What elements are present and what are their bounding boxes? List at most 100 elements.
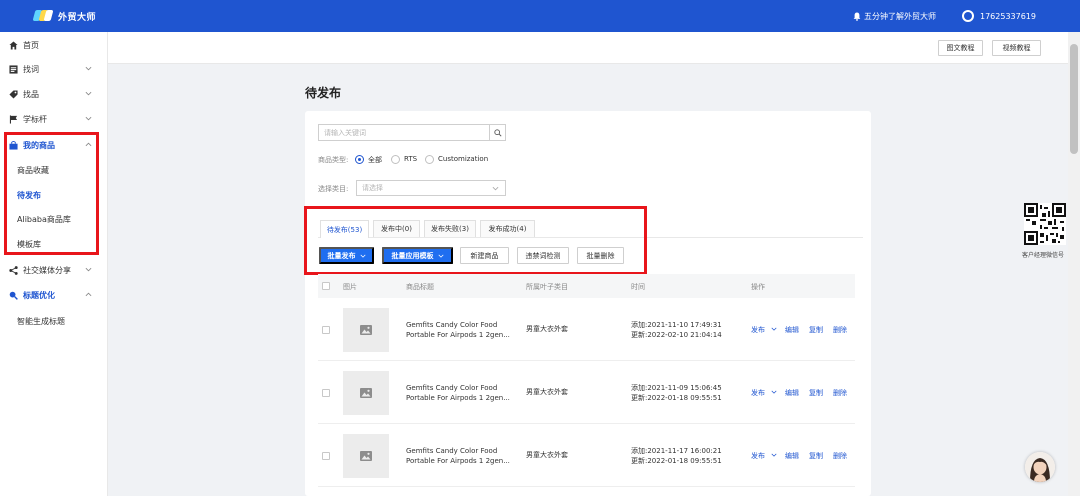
product-title[interactable]: Gemfits Candy Color Food Portable For Ai… bbox=[406, 446, 511, 466]
added-time: 添加:2021-11-09 15:06:45 bbox=[631, 384, 722, 392]
search-button[interactable] bbox=[489, 125, 505, 140]
publish-action[interactable]: 发布 bbox=[751, 388, 765, 398]
col-time: 时间 bbox=[631, 283, 645, 291]
table-row: Gemfits Candy Color Food Portable For Ai… bbox=[318, 361, 855, 424]
text-tutorial-button[interactable]: 图文教程 bbox=[938, 40, 983, 56]
product-title-line: Gemfits Candy Color Food bbox=[406, 384, 498, 392]
product-image[interactable] bbox=[343, 371, 389, 415]
scrollbar-thumb[interactable] bbox=[1070, 44, 1078, 154]
radio-rts-label[interactable]: RTS bbox=[404, 155, 417, 163]
table-header: 图片 商品标题 所属叶子类目 时间 操作 bbox=[318, 274, 855, 298]
highlight-box-sidebar bbox=[4, 132, 99, 255]
edit-action[interactable]: 编辑 bbox=[785, 325, 799, 335]
product-title[interactable]: Gemfits Candy Color Food Portable For Ai… bbox=[406, 383, 511, 403]
product-type-label: 商品类型: bbox=[318, 156, 349, 164]
product-title[interactable]: Gemfits Candy Color Food Portable For Ai… bbox=[406, 320, 511, 340]
copy-action[interactable]: 复制 bbox=[809, 325, 823, 335]
sidebar-item-label: 学标杆 bbox=[23, 114, 47, 124]
user-icon[interactable] bbox=[962, 10, 974, 22]
product-image[interactable] bbox=[343, 308, 389, 352]
sidebar-item-find-words[interactable]: 找词 bbox=[0, 57, 108, 81]
row-checkbox[interactable] bbox=[322, 326, 330, 334]
product-image[interactable] bbox=[343, 434, 389, 478]
radio-customization[interactable] bbox=[425, 155, 434, 164]
sidebar-item-label: 首页 bbox=[23, 40, 39, 50]
product-icon bbox=[8, 89, 18, 99]
chevron-down-icon bbox=[492, 186, 499, 191]
category-select[interactable]: 请选择 bbox=[356, 180, 506, 196]
notice-link[interactable]: 五分钟了解外贸大师 bbox=[864, 11, 936, 22]
product-category: 男童大衣外套 bbox=[526, 388, 568, 396]
product-title-line: Gemfits Candy Color Food bbox=[406, 321, 498, 329]
search-box bbox=[318, 124, 506, 141]
col-category: 所属叶子类目 bbox=[526, 283, 568, 291]
search-input[interactable] bbox=[319, 125, 489, 140]
brand[interactable]: 外贸大师 bbox=[32, 10, 96, 23]
publish-action[interactable]: 发布 bbox=[751, 325, 765, 335]
product-times: 添加:2021-11-09 15:06:45 更新:2022-01-18 09:… bbox=[631, 383, 722, 403]
row-checkbox[interactable] bbox=[322, 389, 330, 397]
copy-action[interactable]: 复制 bbox=[809, 388, 823, 398]
radio-customization-label[interactable]: Customization bbox=[438, 155, 488, 163]
row-checkbox[interactable] bbox=[322, 452, 330, 460]
category-label: 选择类目: bbox=[318, 185, 349, 193]
customer-service-avatar[interactable] bbox=[1025, 452, 1055, 482]
sidebar-item-social-share[interactable]: 社交媒体分享 bbox=[0, 258, 108, 282]
home-icon bbox=[8, 40, 18, 50]
logo-icon bbox=[32, 10, 54, 22]
delete-action[interactable]: 删除 bbox=[833, 388, 847, 398]
select-all-checkbox[interactable] bbox=[322, 282, 330, 290]
product-category: 男童大衣外套 bbox=[526, 451, 568, 459]
image-placeholder-icon bbox=[360, 388, 372, 398]
chevron-down-icon[interactable] bbox=[771, 389, 777, 395]
qr-label: 客户经理微信号 bbox=[1022, 252, 1065, 259]
updated-time: 更新:2022-01-18 09:55:51 bbox=[631, 394, 722, 402]
sidebar-item-label: 找品 bbox=[23, 89, 39, 99]
image-placeholder-icon bbox=[360, 325, 372, 335]
sidebar-item-benchmark[interactable]: 学标杆 bbox=[0, 107, 108, 131]
qr-code-icon[interactable] bbox=[1024, 203, 1066, 245]
radio-all-label[interactable]: 全部 bbox=[368, 155, 382, 165]
updated-time: 更新:2022-02-10 21:04:14 bbox=[631, 331, 722, 339]
chevron-up-icon bbox=[85, 292, 92, 297]
avatar-icon bbox=[1025, 452, 1055, 482]
video-tutorial-button[interactable]: 视频教程 bbox=[992, 40, 1041, 56]
chevron-down-icon bbox=[85, 66, 92, 71]
delete-action[interactable]: 删除 bbox=[833, 325, 847, 335]
radio-rts[interactable] bbox=[391, 155, 400, 164]
search-icon bbox=[8, 290, 18, 300]
bell-icon bbox=[853, 12, 861, 21]
table-row: Gemfits Candy Color Food Portable For Ai… bbox=[318, 298, 855, 361]
category-placeholder: 请选择 bbox=[362, 184, 383, 192]
product-title-line: Gemfits Candy Color Food bbox=[406, 447, 498, 455]
product-times: 添加:2021-11-17 16:00:21 更新:2022-01-18 09:… bbox=[631, 446, 722, 466]
delete-action[interactable]: 删除 bbox=[833, 451, 847, 461]
keyword-icon bbox=[8, 64, 18, 74]
sidebar-item-label: 标题优化 bbox=[23, 290, 55, 300]
col-actions: 操作 bbox=[751, 283, 765, 291]
product-title-line: Portable For Airpods 1 2gen... bbox=[406, 457, 510, 465]
sidebar-item-find-products[interactable]: 找品 bbox=[0, 82, 108, 106]
user-phone[interactable]: 17625337619 bbox=[980, 12, 1036, 21]
search-icon bbox=[493, 128, 502, 137]
added-time: 添加:2021-11-10 17:49:31 bbox=[631, 321, 722, 329]
chevron-down-icon bbox=[85, 116, 92, 121]
sidebar-sub-smart-title[interactable]: 智能生成标题 bbox=[0, 309, 108, 333]
highlight-box-toolbar bbox=[304, 206, 647, 275]
edit-action[interactable]: 编辑 bbox=[785, 451, 799, 461]
chevron-down-icon[interactable] bbox=[771, 452, 777, 458]
image-placeholder-icon bbox=[360, 451, 372, 461]
table-row: Gemfits Candy Color Food Portable For Ai… bbox=[318, 424, 855, 487]
publish-action[interactable]: 发布 bbox=[751, 451, 765, 461]
sidebar-item-home[interactable]: 首页 bbox=[0, 33, 108, 57]
chevron-down-icon bbox=[85, 91, 92, 96]
sidebar-item-title-optimize[interactable]: 标题优化 bbox=[0, 283, 108, 307]
added-time: 添加:2021-11-17 16:00:21 bbox=[631, 447, 722, 455]
copy-action[interactable]: 复制 bbox=[809, 451, 823, 461]
chevron-down-icon[interactable] bbox=[771, 326, 777, 332]
updated-time: 更新:2022-01-18 09:55:51 bbox=[631, 457, 722, 465]
radio-all[interactable] bbox=[355, 155, 364, 164]
product-category: 男童大衣外套 bbox=[526, 325, 568, 333]
edit-action[interactable]: 编辑 bbox=[785, 388, 799, 398]
chevron-down-icon bbox=[85, 267, 92, 272]
